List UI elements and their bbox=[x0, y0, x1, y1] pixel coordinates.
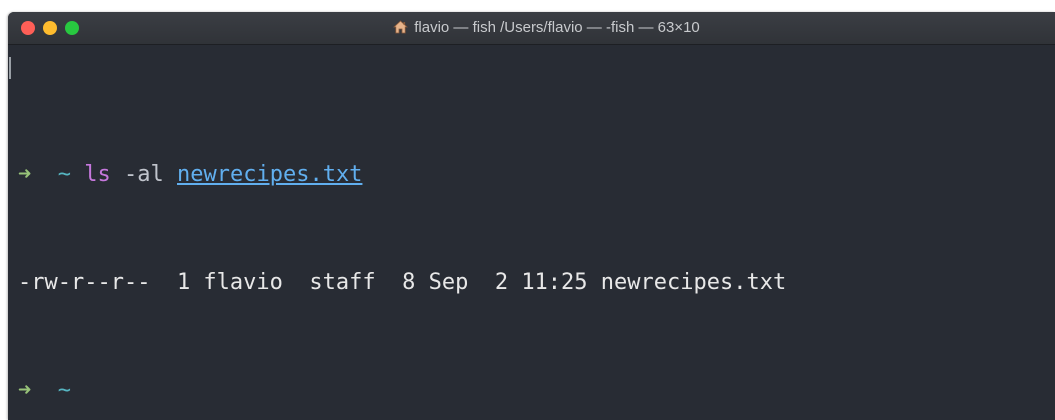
home-icon bbox=[393, 20, 409, 34]
file-argument-link[interactable]: newrecipes.txt bbox=[177, 162, 362, 187]
terminal-line-prompt: ➜ ~ bbox=[18, 373, 1055, 409]
ls-output-text: -rw-r--r-- 1 flavio staff 8 Sep 2 11:25 … bbox=[18, 270, 787, 295]
window-title: flavio — fish /Users/flavio — -fish — 63… bbox=[8, 12, 1055, 44]
window-title-text: flavio — fish /Users/flavio — -fish — 63… bbox=[414, 19, 700, 36]
line-marker bbox=[9, 57, 11, 79]
terminal-line-command: ➜ ~ ls -al newrecipes.txt bbox=[18, 157, 1055, 193]
terminal-content[interactable]: ➜ ~ ls -al newrecipes.txt -rw-r--r-- 1 f… bbox=[8, 45, 1055, 420]
title-bar[interactable]: flavio — fish /Users/flavio — -fish — 63… bbox=[8, 12, 1055, 45]
command-name: ls bbox=[84, 162, 111, 187]
terminal-window: flavio — fish /Users/flavio — -fish — 63… bbox=[8, 12, 1055, 420]
terminal-line-output: -rw-r--r-- 1 flavio staff 8 Sep 2 11:25 … bbox=[18, 265, 1055, 301]
command-flags: -al bbox=[124, 162, 164, 187]
prompt-arrow-icon: ➜ bbox=[18, 378, 32, 403]
prompt-arrow-icon: ➜ bbox=[18, 162, 32, 187]
prompt-cwd: ~ bbox=[57, 162, 71, 187]
prompt-cwd: ~ bbox=[57, 378, 71, 403]
